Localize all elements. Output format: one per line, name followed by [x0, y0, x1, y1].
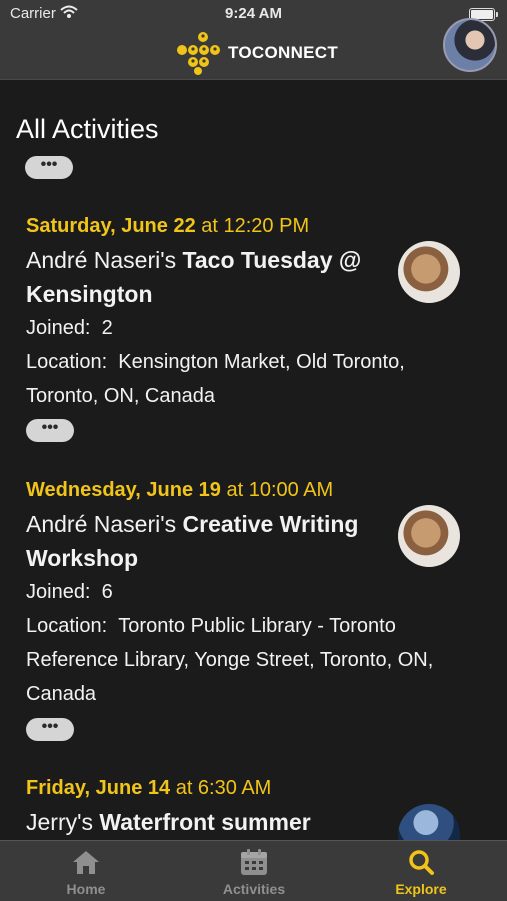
activity-date: Wednesday, June 19 at 10:00 AM — [26, 473, 486, 507]
activity-time: at 6:30 AM — [170, 777, 272, 799]
tab-bar: Home Activities Explore — [0, 840, 507, 901]
joined-count: 6 — [101, 581, 113, 603]
activity-joined: Joined: 2 — [26, 311, 486, 345]
activity-card[interactable]: Wednesday, June 19 at 10:00 AM André Nas… — [26, 473, 486, 711]
activity-date: Friday, June 14 at 6:30 AM — [26, 771, 486, 805]
activity-joined: Joined: 6 — [26, 575, 486, 609]
activity-name: Waterfront summer — [99, 809, 311, 835]
tab-home[interactable]: Home — [31, 841, 141, 901]
host-avatar[interactable] — [398, 804, 460, 840]
activity-time: at 10:00 AM — [220, 479, 334, 501]
home-icon — [73, 851, 99, 874]
search-icon — [409, 850, 434, 875]
tab-label: Explore — [395, 881, 447, 897]
joined-count: 2 — [101, 317, 113, 339]
activity-day: Friday, June 14 — [26, 777, 171, 799]
more-options-button[interactable]: ••• — [25, 156, 73, 179]
activity-host: Jerry's — [26, 809, 100, 835]
top-navigation-bar: Carrier 9:24 AM TOCONNECT — [0, 0, 507, 80]
app-logo[interactable]: TOCONNECT — [176, 30, 338, 75]
app-name: TOCONNECT — [228, 42, 339, 62]
host-avatar[interactable] — [398, 505, 460, 567]
tab-label: Activities — [222, 881, 286, 897]
activity-title[interactable]: André Naseri's Creative Writing Workshop — [26, 507, 386, 575]
profile-avatar[interactable] — [443, 18, 497, 72]
activity-title[interactable]: Jerry's Waterfront summer — [26, 805, 386, 839]
tab-label: Home — [66, 881, 106, 897]
status-bar: Carrier 9:24 AM — [0, 0, 507, 28]
activity-card[interactable]: Saturday, June 22 at 12:20 PM André Nase… — [26, 209, 486, 413]
activity-more-button[interactable]: ••• — [26, 419, 74, 442]
activity-location: Location: Kensington Market, Old Toronto… — [26, 345, 481, 413]
activity-more-button[interactable]: ••• — [26, 718, 74, 741]
activity-date: Saturday, June 22 at 12:20 PM — [26, 209, 486, 243]
location-label: Location: — [26, 615, 108, 637]
location-label: Location: — [26, 351, 108, 373]
host-avatar[interactable] — [398, 241, 460, 303]
joined-label: Joined: — [26, 581, 91, 603]
joined-label: Joined: — [26, 317, 91, 339]
activity-host: André Naseri's — [26, 247, 183, 273]
activity-day: Wednesday, June 19 — [26, 479, 221, 501]
calendar-icon — [241, 849, 267, 875]
activity-card[interactable]: Friday, June 14 at 6:30 AM Jerry's Water… — [26, 771, 486, 840]
tab-explore[interactable]: Explore — [366, 841, 476, 901]
activity-host: André Naseri's — [26, 511, 183, 537]
activity-time: at 12:20 PM — [195, 215, 310, 237]
tab-activities[interactable]: Activities — [199, 841, 309, 901]
activity-title[interactable]: André Naseri's Taco Tuesday @ Kensington — [26, 243, 386, 311]
logo-icon — [177, 32, 220, 75]
activities-feed[interactable]: All Activities ••• Saturday, June 22 at … — [0, 80, 507, 840]
page-title: All Activities — [16, 114, 159, 144]
activity-location: Location: Toronto Public Library - Toron… — [26, 609, 481, 711]
status-time: 9:24 AM — [225, 5, 282, 22]
activity-day: Saturday, June 22 — [26, 215, 196, 237]
